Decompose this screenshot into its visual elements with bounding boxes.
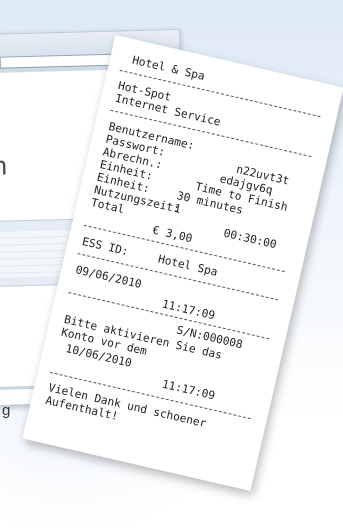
receipt-layer: Hotel & Spa Hot-Spot Internet Service Be… — [0, 0, 343, 528]
receipt-time: 11:17:09 — [160, 297, 217, 323]
ess-value: Hotel Spa — [156, 252, 219, 279]
hotspot-receipt: Hotel & Spa Hot-Spot Internet Service Be… — [22, 34, 343, 492]
receipt-date: 09/06/2010 — [74, 263, 143, 292]
receipt-header: Hotel & Spa — [130, 53, 207, 83]
usage-value: 00:30:00 — [222, 226, 278, 252]
